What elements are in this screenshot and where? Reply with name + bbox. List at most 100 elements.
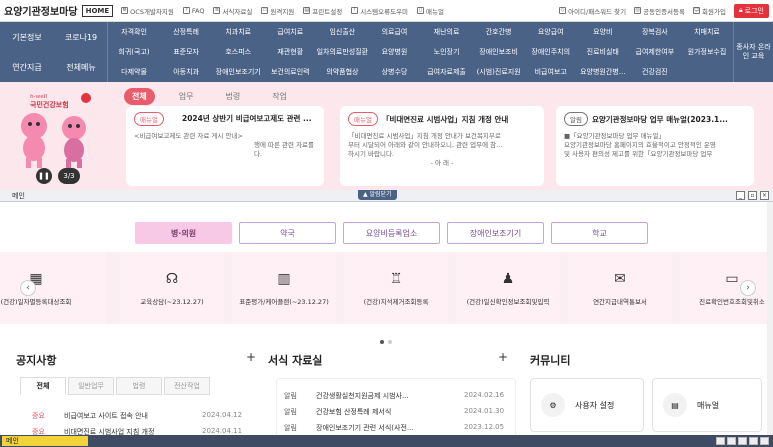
nav-item[interactable]: 치과치료 [212, 22, 264, 42]
forms-row[interactable]: 알림 장애인보조기기 관련 서식(사전... 2023.12.05 [284, 423, 504, 432]
error-help-link[interactable]: ! 시스템오류도우미 [351, 6, 408, 16]
nav-item[interactable]: (시범)진료지원 [473, 62, 525, 82]
nav-item[interactable]: 진료비실태 [577, 42, 629, 62]
brand-title[interactable]: 요양기관정보마당 [4, 3, 78, 18]
banner-card[interactable]: 매뉴얼 2024년 상반기 비급여보고제도 관련 ... <비급여보고제도 관련… [126, 106, 324, 186]
tab-hospital[interactable]: 병·의원 [135, 222, 232, 244]
nav-item[interactable]: 희귀(국고) [108, 42, 160, 62]
nav-item[interactable]: 장복검사 [629, 22, 681, 42]
service-item[interactable]: ♟ (건강)일신확인정보조회및입력 [456, 252, 560, 324]
nav-item[interactable]: 장애인보조기기 [212, 62, 264, 82]
layout-icon[interactable] [738, 437, 747, 445]
nav-item[interactable]: 급여치료 [264, 22, 316, 42]
nav-item[interactable]: 건강검진 [629, 62, 681, 82]
nav-item[interactable]: 급여제한여부 [629, 42, 681, 62]
carousel-dot[interactable] [380, 340, 384, 344]
nav-item[interactable]: 요양병원 [368, 42, 420, 62]
banner-tab-all[interactable]: 전체 [124, 88, 155, 105]
nav-item[interactable]: 일차의료만성질환 [316, 42, 369, 62]
nav-covid[interactable]: 코로나19 [54, 22, 108, 52]
nav-item[interactable]: 요양병원간병... [577, 62, 629, 82]
signup-link[interactable]: ☺ 회원가입 [693, 6, 726, 16]
nav-item[interactable]: 자격확인 [108, 22, 160, 42]
nav-item[interactable]: 치매치료 [681, 22, 733, 42]
nav-item[interactable] [681, 62, 733, 82]
tab-pharmacy[interactable]: 약국 [239, 222, 336, 244]
service-item[interactable]: ▥ 표준평가/케어플랜(~23.12.27) [232, 252, 336, 324]
tab-school[interactable]: 학교 [551, 222, 648, 244]
nav-item[interactable]: 원가정보수집 [681, 42, 733, 62]
taskbar-item-main[interactable]: 메인 [2, 436, 88, 446]
tab-care-store[interactable]: 요양비등록업소 [343, 222, 440, 244]
nav-online-edu[interactable]: 종사자 온라인 교육 [733, 22, 773, 82]
service-item[interactable]: ♖ (건강)치석제거조회등록 [344, 252, 448, 324]
service-item[interactable]: ✉ 연간지급내역통보서 [568, 252, 672, 324]
login-button[interactable]: 🔒︎ 로그인 [733, 3, 769, 18]
notice-row[interactable]: 중요 비급여보고 사이트 접속 안내 2024.04.12 [32, 411, 242, 421]
notice-tab-it[interactable]: 전산작업 [164, 377, 210, 395]
tile-icon[interactable] [716, 437, 725, 445]
nav-annual-pay[interactable]: 연간지급 [0, 52, 54, 82]
cert-link[interactable]: ◎ 공동인증서등록 [634, 6, 685, 16]
notice-tab-law[interactable]: 법령 [116, 377, 162, 395]
nav-item[interactable]: 요양비 [577, 22, 629, 42]
service-item[interactable]: ▭ 진료확인번호조회및취소 [680, 252, 773, 324]
print-link[interactable]: ▤ 프린트설정 [303, 6, 342, 16]
nav-item[interactable]: 표준모자 [160, 42, 212, 62]
nav-item[interactable]: 호스피스 [212, 42, 264, 62]
close-icon[interactable]: × [760, 191, 769, 200]
forms-more-button[interactable]: + [498, 350, 508, 364]
vertical-scrollbar[interactable] [767, 202, 773, 435]
notice-tab-all[interactable]: 전체 [20, 377, 66, 395]
notice-row[interactable]: 중요 비대면진료 시범사업 지침 개정 2024.04.11 [32, 427, 242, 435]
nav-item[interactable]: 다제약물 [108, 62, 160, 82]
faq-link[interactable]: ? FAQ [182, 6, 204, 16]
nav-item[interactable]: 노인장기 [420, 42, 472, 62]
nav-item[interactable]: 장애인보조비 [473, 42, 525, 62]
nav-item[interactable]: 산정특례 [160, 22, 212, 42]
nav-item[interactable]: 의약품협상 [316, 62, 368, 82]
banner-tab-job[interactable]: 작업 [264, 88, 295, 105]
carousel-dot[interactable] [388, 340, 392, 344]
grid-icon[interactable] [749, 437, 758, 445]
notice-tab-general[interactable]: 일반업무 [68, 377, 114, 395]
carousel-prev-button[interactable]: ‹ [20, 280, 36, 296]
nav-item[interactable]: 의료급여 [368, 22, 420, 42]
home-button[interactable]: HOME [81, 4, 114, 17]
nav-item[interactable]: 요양급여 [525, 22, 577, 42]
notice-more-button[interactable]: + [246, 350, 256, 364]
forms-row[interactable]: 알림 건강보험 산정특례 제서식 2024.01.30 [284, 407, 504, 417]
cascade-icon[interactable] [727, 437, 736, 445]
nav-item[interactable]: 재관현황 [264, 42, 316, 62]
maximize-icon[interactable]: ▫ [748, 191, 757, 200]
minimize-icon[interactable]: _ [736, 191, 745, 200]
forms-link[interactable]: ≡ 서식자료실 [213, 6, 252, 16]
nav-all-menu[interactable]: 전체메뉴 [54, 52, 108, 82]
banner-card[interactable]: 알림 요양기관정보마당 업무 매뉴얼(2023.1... ■「요양기관정보마당 업… [556, 106, 754, 186]
remote-link[interactable]: ▭ 원격지원 [261, 6, 294, 16]
service-item[interactable]: ▦ (건강)일자별등록대상조회 [0, 252, 106, 324]
find-id-link[interactable]: ◇ 아이디/패스워드 찾기 [559, 6, 626, 16]
nav-basic-info[interactable]: 기본정보 [0, 22, 54, 52]
nav-item[interactable]: 상병수당 [368, 62, 420, 82]
service-item[interactable]: ☊ 교육상담(~23.12.27) [120, 252, 224, 324]
nav-item[interactable]: 임신출산 [316, 22, 368, 42]
user-settings-button[interactable]: ⚙ 사용자 설정 [530, 378, 644, 432]
banner-tab-law[interactable]: 법령 [217, 88, 248, 105]
banner-card[interactable]: 매뉴얼 「비대면진료 시범사업」지침 개정 안내 「비대면진료 시범사업」지침 개… [340, 106, 544, 186]
manual-link[interactable]: ▯ 매뉴얼 [417, 6, 444, 16]
nav-item[interactable]: 재난의료 [420, 22, 472, 42]
tab-assistive-device[interactable]: 장애인보조기기 [447, 222, 544, 244]
pause-button[interactable]: ❚❚ [36, 168, 52, 184]
nav-item[interactable]: 장애인주치의 [525, 42, 577, 62]
nav-item[interactable]: 아동치과 [160, 62, 212, 82]
nav-item[interactable]: 간호간병 [473, 22, 525, 42]
alarm-close-button[interactable]: ▲ 알림닫기 [358, 190, 397, 200]
carousel-next-button[interactable]: › [740, 280, 756, 296]
ocs-link[interactable]: ⚙ OCS개발자지원 [121, 6, 174, 16]
manual-button[interactable]: ▤ 매뉴얼 [652, 378, 762, 432]
nav-item[interactable]: 보건의료인력 [264, 62, 316, 82]
banner-tab-work[interactable]: 업무 [171, 88, 202, 105]
nav-item[interactable]: 비급여보고 [525, 62, 577, 82]
close-all-icon[interactable] [760, 437, 769, 445]
